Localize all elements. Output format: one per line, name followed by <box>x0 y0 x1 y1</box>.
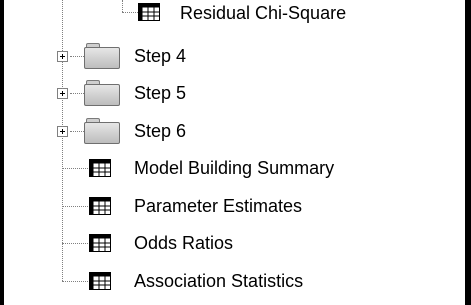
table-icon <box>89 272 111 290</box>
tree-item-label: Model Building Summary <box>134 158 335 178</box>
table-icon <box>89 234 111 252</box>
tree-item-association-statistics[interactable]: Association Statistics <box>4 262 464 300</box>
tree-item-label: Parameter Estimates <box>134 196 303 216</box>
tree-item-label: Step 6 <box>134 121 187 141</box>
tree-item-step-6[interactable]: Step 6 <box>4 112 464 150</box>
expand-plus-icon[interactable] <box>57 126 68 137</box>
tree-item-odds-ratios[interactable]: Odds Ratios <box>4 224 464 262</box>
folder-icon <box>84 80 120 106</box>
table-icon <box>89 197 111 215</box>
output-tree-panel: Residual Chi-Square Step 4 Step 5 Step 6… <box>0 0 471 305</box>
folder-icon <box>84 118 120 144</box>
table-icon <box>138 3 160 21</box>
tree-item-parameter-estimates[interactable]: Parameter Estimates <box>4 187 464 225</box>
results-tree: Residual Chi-Square Step 4 Step 5 Step 6… <box>4 0 465 305</box>
folder-icon <box>84 43 120 69</box>
tree-item-step-5[interactable]: Step 5 <box>4 74 464 112</box>
tree-item-label: Odds Ratios <box>134 233 234 253</box>
tree-item-residual-chi-square[interactable]: Residual Chi-Square <box>4 0 464 32</box>
tree-item-label: Step 4 <box>134 46 187 66</box>
tree-item-model-building-summary[interactable]: Model Building Summary <box>4 149 464 187</box>
expand-plus-icon[interactable] <box>57 88 68 99</box>
tree-item-label: Association Statistics <box>134 271 304 291</box>
tree-item-label: Step 5 <box>134 83 187 103</box>
tree-item-step-4[interactable]: Step 4 <box>4 37 464 75</box>
table-icon <box>89 159 111 177</box>
expand-plus-icon[interactable] <box>57 51 68 62</box>
tree-item-label: Residual Chi-Square <box>180 3 347 23</box>
